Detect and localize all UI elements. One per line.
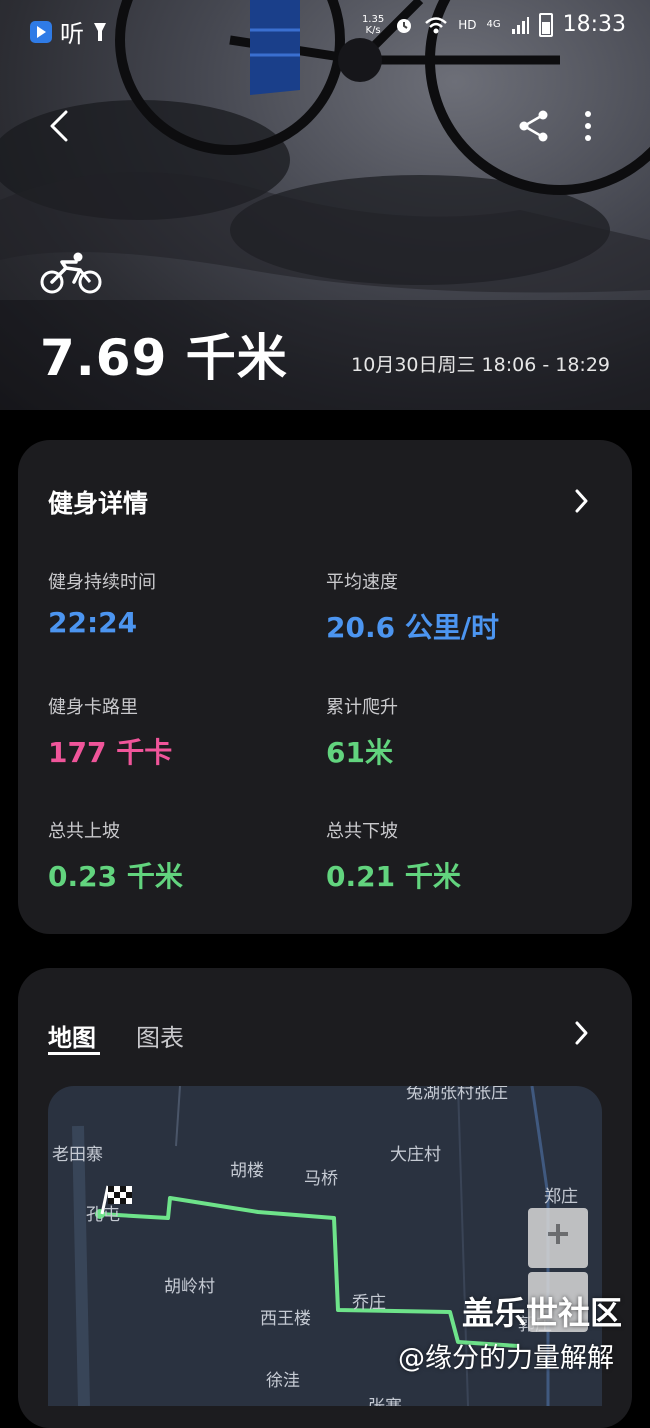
chevron-right-icon[interactable] xyxy=(571,488,591,514)
stat-value: 0.23 千米 xyxy=(48,860,183,893)
details-title: 健身详情 xyxy=(48,489,149,518)
stat-duration: 健身持续时间 22:24 xyxy=(48,568,156,639)
map-place-label: 兔湖张村张庄 xyxy=(406,1086,508,1103)
stat-downhill: 总共下坡 0.21 千米 xyxy=(326,817,461,895)
stat-label: 总共上坡 xyxy=(48,821,120,842)
wifi-icon xyxy=(425,16,448,33)
map-place-label: 徐洼 xyxy=(266,1371,300,1391)
battery-icon xyxy=(538,12,553,37)
stat-elevation-gain: 累计爬升 61米 xyxy=(326,693,398,771)
status-bar: 听 1.35 K/s HD 4G 18:33 xyxy=(0,0,650,56)
map-place-label: 胡岭村 xyxy=(164,1277,215,1297)
app-logo-icon xyxy=(30,20,52,43)
active-tab-indicator xyxy=(48,1052,100,1055)
map-place-label: 郑庄 xyxy=(544,1187,578,1207)
stat-uphill: 总共上坡 0.23 千米 xyxy=(48,817,183,895)
stat-label: 健身持续时间 xyxy=(48,572,156,593)
stat-label: 总共下坡 xyxy=(326,821,398,842)
hero-header: 听 1.35 K/s HD 4G 18:33 7.69 千米 10月30日周三 … xyxy=(0,0,650,410)
map-place-label: 大庄村 xyxy=(390,1145,441,1165)
stat-calories: 健身卡路里 177 千卡 xyxy=(48,693,172,771)
status-app-name: 听 xyxy=(60,20,84,48)
back-icon[interactable] xyxy=(40,106,80,146)
zoom-in-button[interactable] xyxy=(528,1208,588,1268)
network-speed-unit: K/s xyxy=(365,24,381,36)
chevron-right-icon[interactable] xyxy=(571,1020,591,1046)
signal-icon xyxy=(511,16,529,34)
stat-value: 22:24 xyxy=(48,606,138,639)
network-speed-value: 1.35 xyxy=(361,13,385,25)
map-place-label: 马桥 xyxy=(304,1169,338,1189)
stat-label: 平均速度 xyxy=(326,572,398,593)
map-place-label: 老田寨 xyxy=(52,1145,103,1165)
stat-label: 累计爬升 xyxy=(326,697,398,718)
stat-value: 61米 xyxy=(326,736,393,769)
map-place-label: 西王楼 xyxy=(260,1309,311,1329)
tab-chart[interactable]: 图表 xyxy=(136,1018,184,1053)
map-place-label: 胡楼 xyxy=(230,1161,264,1181)
stat-avg-speed: 平均速度 20.6 公里/时 xyxy=(326,568,499,646)
workout-details-card[interactable]: 健身详情 健身持续时间 22:24 平均速度 20.6 公里/时 健身卡路里 1… xyxy=(18,440,632,934)
network-speed: 1.35 K/s xyxy=(362,14,384,36)
map-place-label: 乔庄 xyxy=(352,1293,386,1313)
total-distance: 7.69 千米 xyxy=(40,329,288,387)
watermark-title: 盖乐世社区 xyxy=(462,1294,623,1332)
map-place-label: 孔屯 xyxy=(86,1205,120,1225)
stat-value: 177 千卡 xyxy=(48,736,173,769)
flashlight-icon xyxy=(94,22,106,41)
map-place-label: 张寨 xyxy=(368,1392,402,1406)
watermark-author: @缘分的力量解解 xyxy=(398,1343,614,1374)
stat-value: 20.6 公里/时 xyxy=(326,611,500,644)
bicycle-icon xyxy=(40,252,102,294)
workout-date-range: 10月30日周三 18:06 - 18:29 xyxy=(351,354,610,376)
alarm-icon xyxy=(397,18,412,33)
share-icon[interactable] xyxy=(516,108,552,144)
hd-label: HD xyxy=(458,17,477,32)
stat-label: 健身卡路里 xyxy=(48,697,138,718)
network-type: 4G xyxy=(486,19,501,30)
tab-map[interactable]: 地图 xyxy=(48,1018,96,1053)
stat-value: 0.21 千米 xyxy=(326,860,461,893)
more-icon[interactable] xyxy=(574,108,602,144)
plus-icon xyxy=(546,1222,570,1246)
clock-time: 18:33 xyxy=(562,12,626,37)
